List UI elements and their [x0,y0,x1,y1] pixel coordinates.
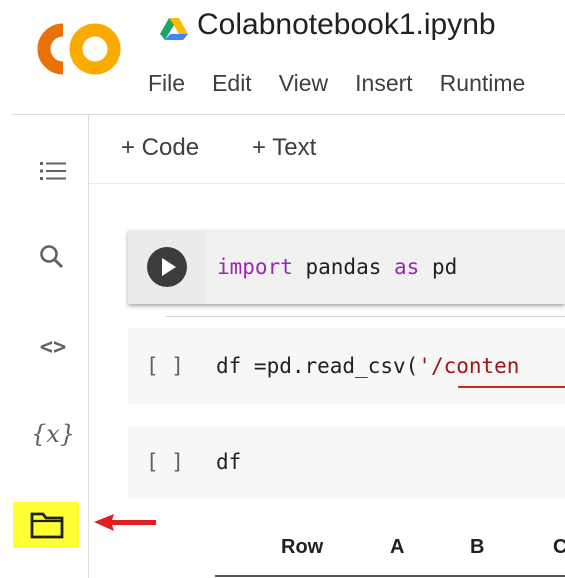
code-cell[interactable]: [ ] df =pd.read_csv('/conten [128,328,565,404]
table-header-c: C [553,536,565,558]
toolbar-divider [89,183,565,184]
code-line[interactable]: import pandas as pd [217,255,457,279]
code-snippets-icon[interactable]: <> [33,332,73,362]
table-header-border [215,575,565,577]
menu-view[interactable]: View [279,70,328,97]
play-icon [162,258,176,276]
code-cell[interactable]: [ ] df [128,426,565,498]
code-text: pandas [292,255,395,279]
table-header-b: B [470,536,485,558]
red-arrow-annotation [94,514,156,531]
table-header-row: Row [281,536,324,558]
code-line[interactable]: df =pd.read_csv('/conten [216,354,519,378]
add-text-button[interactable]: + Text [252,134,316,162]
search-icon[interactable] [37,242,67,272]
keyword-import: import [217,255,293,279]
menu-bar: File Edit View Insert Runtime [148,70,552,97]
code-cell-active[interactable]: import pandas as pd [128,230,565,304]
cell-separator [166,316,565,317]
cell-execution-status[interactable]: [ ] [146,450,184,474]
colab-logo [37,23,121,75]
header-divider [12,114,565,115]
notebook-title[interactable]: Colabnotebook1.ipynb [197,8,496,42]
code-line[interactable]: df [216,450,241,474]
table-header-a: A [390,536,405,558]
menu-edit[interactable]: Edit [212,70,252,97]
code-text: df =pd.read_csv( [216,354,419,378]
menu-runtime[interactable]: Runtime [440,70,526,97]
code-text: pd [419,255,458,279]
cell-execution-status[interactable]: [ ] [146,354,184,378]
variables-icon[interactable]: {x} [30,417,76,451]
google-drive-icon [160,18,188,40]
keyword-as: as [394,255,420,279]
sidebar-divider [88,115,89,578]
table-of-contents-icon[interactable] [38,156,68,186]
add-code-button[interactable]: + Code [121,134,199,162]
folder-icon[interactable] [29,509,65,541]
run-cell-button[interactable] [147,247,187,287]
menu-insert[interactable]: Insert [355,70,413,97]
menu-file[interactable]: File [148,70,185,97]
error-underline [458,386,565,388]
string-literal: '/conten [418,354,520,378]
